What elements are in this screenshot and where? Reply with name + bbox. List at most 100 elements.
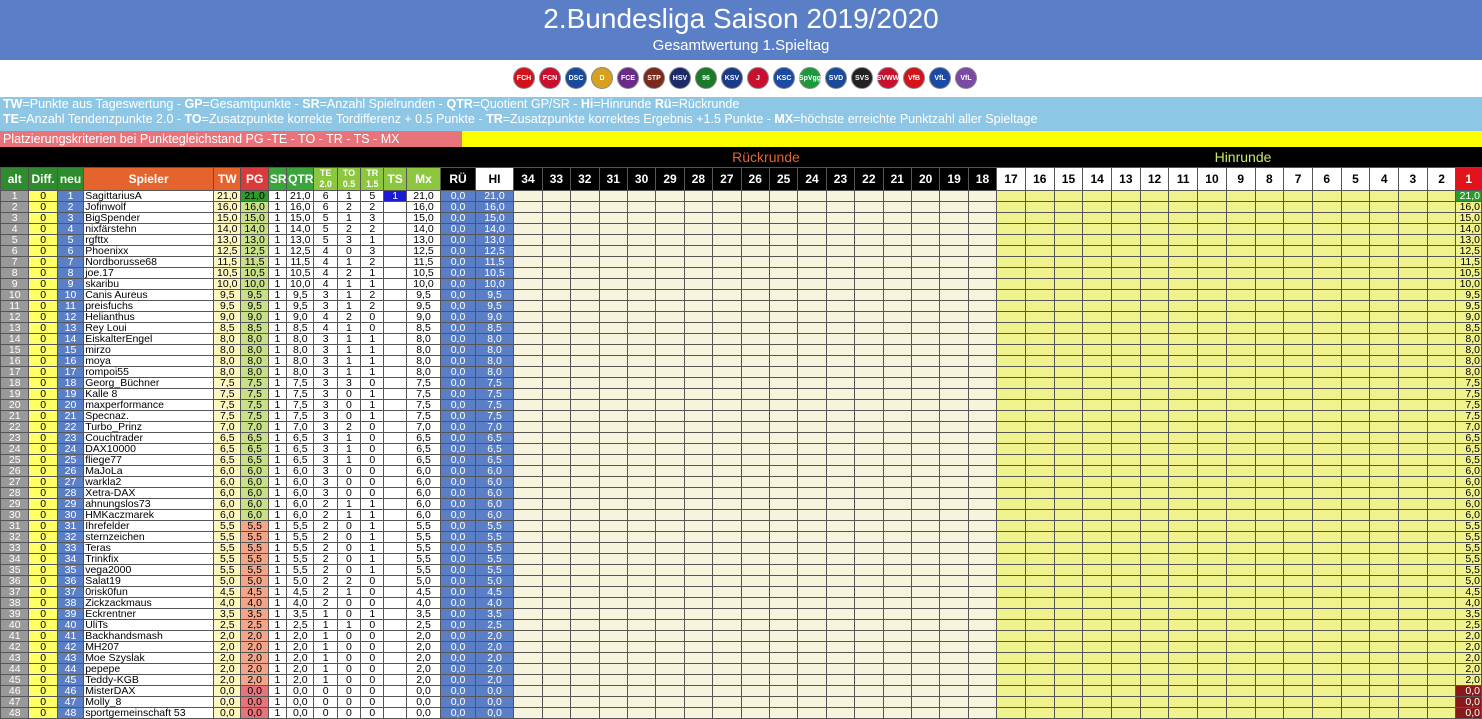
col-header-tr[interactable]: TR 1.5 (360, 167, 385, 191)
cell-hi: 9,5 (474, 289, 515, 301)
round-header-25[interactable]: 25 (768, 167, 799, 191)
col-header-neu[interactable]: neu (56, 167, 85, 191)
round-header-3[interactable]: 3 (1398, 167, 1428, 191)
col-header-alt[interactable]: alt (0, 167, 30, 191)
round-header-1[interactable]: 1 (1455, 167, 1482, 191)
cell-sp: Xetra-DAX (83, 487, 215, 499)
rueck-round-cell (541, 520, 572, 532)
round-header-22[interactable]: 22 (854, 167, 884, 191)
round-header-26[interactable]: 26 (740, 167, 770, 191)
hin-round-cell (996, 300, 1026, 312)
round-header-5[interactable]: 5 (1340, 167, 1371, 191)
round-1-points: 6,5 (1455, 443, 1482, 455)
cell-diff: 0 (28, 410, 58, 422)
round-header-21[interactable]: 21 (882, 167, 912, 191)
col-header-te[interactable]: TE 2.0 (313, 167, 338, 191)
col-header-hi[interactable]: HI (474, 167, 515, 191)
hin-round-cell (1168, 630, 1199, 642)
hin-round-cell (1111, 597, 1141, 609)
hin-round-cell (1398, 322, 1428, 334)
hin-round-cell (1426, 366, 1457, 378)
cell-ts (383, 201, 407, 213)
rueck-round-cell (513, 652, 543, 664)
hin-round-cell (1168, 465, 1199, 477)
col-header-spieler[interactable]: Spieler (83, 167, 215, 191)
cell-ts (383, 696, 407, 708)
cell-ru: 0,0 (440, 256, 476, 268)
round-header-16[interactable]: 16 (1024, 167, 1055, 191)
rueck-round-cell (513, 212, 543, 224)
col-header-ru[interactable]: RÜ (440, 167, 476, 191)
rueck-round-cell (882, 498, 912, 510)
col-header-sr[interactable]: SR (267, 167, 288, 191)
cell-mx: 0,0 (405, 685, 442, 697)
rueck-round-cell (910, 553, 941, 565)
cell-pg: 6,5 (240, 432, 269, 444)
rueck-round-cell (768, 652, 799, 664)
hin-round-cell (1426, 344, 1457, 356)
col-header-pg[interactable]: PG (240, 167, 269, 191)
cell-to: 1 (336, 344, 362, 356)
round-header-11[interactable]: 11 (1168, 167, 1199, 191)
round-header-18[interactable]: 18 (967, 167, 998, 191)
cell-sr: 1 (267, 509, 288, 521)
round-header-2[interactable]: 2 (1426, 167, 1457, 191)
hin-round-cell (1082, 256, 1112, 268)
round-header-24[interactable]: 24 (797, 167, 827, 191)
hin-round-cell (1225, 190, 1256, 202)
table-row: 29 0 29 ahnungslos73 6,0 6,0 1 6,0 2 1 1 6,0 0,0 6,0 6… (0, 498, 1482, 510)
rueck-round-cell (626, 267, 657, 279)
round-header-29[interactable]: 29 (655, 167, 685, 191)
cell-te: 3 (313, 366, 338, 378)
cell-tw: 15,0 (213, 212, 242, 224)
round-header-27[interactable]: 27 (712, 167, 742, 191)
rueck-round-cell (939, 322, 969, 334)
round-header-19[interactable]: 19 (939, 167, 969, 191)
round-header-17[interactable]: 17 (996, 167, 1026, 191)
round-header-10[interactable]: 10 (1197, 167, 1227, 191)
round-header-7[interactable]: 7 (1283, 167, 1313, 191)
round-header-14[interactable]: 14 (1082, 167, 1112, 191)
round-header-13[interactable]: 13 (1111, 167, 1141, 191)
cell-sp: Trinkfix (83, 553, 215, 565)
cell-tr: 0 (360, 377, 385, 389)
cell-neu: 37 (56, 586, 85, 598)
round-header-6[interactable]: 6 (1311, 167, 1342, 191)
col-header-ts[interactable]: TS (383, 167, 407, 191)
col-header-tw[interactable]: TW (213, 167, 242, 191)
rueck-round-cell (854, 564, 884, 576)
col-header-mx[interactable]: Mx (405, 167, 442, 191)
rueck-round-cell (854, 234, 884, 246)
round-header-32[interactable]: 32 (570, 167, 600, 191)
col-header-diff[interactable]: Diff. (28, 167, 58, 191)
round-header-28[interactable]: 28 (683, 167, 714, 191)
hin-round-cell (1426, 509, 1457, 521)
hin-round-cell (1254, 476, 1285, 488)
col-header-qtr[interactable]: QTR (286, 167, 315, 191)
hin-round-cell (1111, 212, 1141, 224)
hin-round-cell (1426, 190, 1457, 202)
round-header-23[interactable]: 23 (825, 167, 856, 191)
round-header-31[interactable]: 31 (598, 167, 628, 191)
round-header-15[interactable]: 15 (1053, 167, 1084, 191)
cell-alt: 48 (0, 707, 30, 719)
round-header-12[interactable]: 12 (1139, 167, 1170, 191)
round-header-9[interactable]: 9 (1225, 167, 1256, 191)
round-header-33[interactable]: 33 (541, 167, 572, 191)
rueck-round-cell (626, 443, 657, 455)
round-header-34[interactable]: 34 (513, 167, 543, 191)
hin-round-cell (1283, 509, 1313, 521)
round-1-points: 9,0 (1455, 311, 1482, 323)
cell-neu: 39 (56, 608, 85, 620)
round-header-4[interactable]: 4 (1369, 167, 1400, 191)
rueck-round-cell (967, 311, 998, 323)
hin-round-cell (1111, 509, 1141, 521)
round-header-30[interactable]: 30 (626, 167, 657, 191)
cell-diff: 0 (28, 234, 58, 246)
hin-round-cell (1024, 608, 1055, 620)
cell-ts (383, 355, 407, 367)
round-header-8[interactable]: 8 (1254, 167, 1285, 191)
round-header-20[interactable]: 20 (910, 167, 941, 191)
col-header-to[interactable]: TO 0.5 (336, 167, 362, 191)
cell-qtr: 0,0 (286, 685, 315, 697)
